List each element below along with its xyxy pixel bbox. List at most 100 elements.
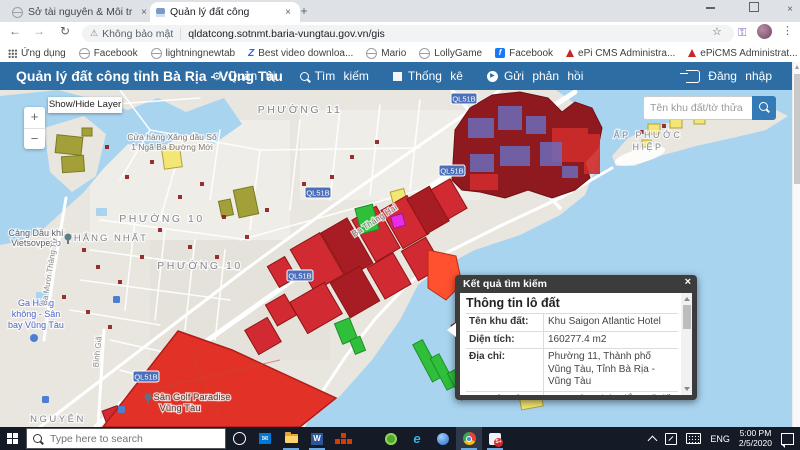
login-icon <box>686 70 700 83</box>
window-maximize-button[interactable] <box>740 0 768 20</box>
bookmark-epicms[interactable]: ePiCMS Administrat... <box>688 48 797 59</box>
map-container: QL51B QL51B QL51B QL51B QL51B PHƯỜNG 11 … <box>0 90 792 427</box>
window-minimize-button[interactable] <box>696 0 724 20</box>
ward-label: PHƯỜNG 10 <box>157 259 242 272</box>
page-favicon <box>156 8 165 17</box>
scroll-up-icon[interactable] <box>684 297 690 301</box>
poi-label: 1 Ngã Ba Đường Mới <box>131 142 213 152</box>
profile-avatar[interactable] <box>757 24 772 39</box>
address-bar[interactable]: ⚠ Không bảo mật qldatcong.sotnmt.baria-v… <box>82 25 734 42</box>
search-result-popup: Kết quả tìm kiếm × Thông tin lô đất Tên … <box>455 275 697 400</box>
start-button[interactable] <box>0 427 26 450</box>
globe-icon <box>79 48 90 59</box>
windows-taskbar: ✉ W e S+ ENG 5:00 PM 2/5/2020 <box>0 427 800 450</box>
new-tab-button[interactable]: + <box>296 4 312 20</box>
red-grid-app-icon[interactable] <box>330 427 356 450</box>
info-row: Diện tích:160277.4 m2 <box>466 331 678 349</box>
blue-browser-icon[interactable] <box>430 427 456 450</box>
zoom-in-button[interactable]: + <box>24 107 45 128</box>
internet-explorer-icon[interactable]: e <box>404 427 430 450</box>
bookmark-mario[interactable]: Mario <box>366 48 406 59</box>
bookmark-epi-cms[interactable]: ePi CMS Administra... <box>566 48 675 59</box>
green-app-icon[interactable] <box>378 427 404 450</box>
scroll-down-icon[interactable] <box>684 387 690 391</box>
ink-workspace-icon[interactable] <box>665 433 677 445</box>
cortana-icon[interactable] <box>226 427 252 450</box>
ward-label: THẮNG NHẤT <box>66 233 148 244</box>
reload-button[interactable]: ↻ <box>56 24 74 38</box>
poi-label: bay Vũng Tàu <box>8 320 64 330</box>
epi-icon <box>688 49 696 57</box>
word-icon[interactable]: W <box>304 427 330 450</box>
bookmarks-bar: Ứng dụng Facebook lightningnewtab ZBest … <box>0 44 800 62</box>
layer-toggle-button[interactable]: Show/Hide Layer <box>48 97 122 113</box>
touch-keyboard-icon[interactable] <box>686 433 701 444</box>
menu-gui-phan-hoi[interactable]: ▶Gửi phản hồi <box>487 69 583 83</box>
zoom-out-button[interactable]: − <box>24 128 45 150</box>
popup-title: Kết quả tìm kiếm <box>455 275 697 293</box>
screenpresso-icon[interactable]: S+ <box>482 427 508 450</box>
taskbar-search-input[interactable] <box>48 432 202 446</box>
chrome-icon[interactable] <box>456 427 482 450</box>
info-row: Địa chỉ:Phường 11, Thành phố Vũng Tàu, T… <box>466 348 678 391</box>
ward-label: NGUYÊN <box>30 414 86 425</box>
popup-close-icon[interactable]: × <box>685 276 691 288</box>
tab-strip: Sở tài nguyên & Môi trường - Tì × Quản l… <box>0 0 800 22</box>
password-key-icon[interactable]: ⚿ <box>738 27 750 39</box>
poi-label: không - Sân <box>12 309 61 319</box>
tab-close-icon[interactable]: × <box>138 7 150 18</box>
search-icon <box>33 434 42 443</box>
bookmark-lollygame[interactable]: LollyGame <box>419 48 482 59</box>
app-navbar: Quản lý đất công tỉnh Bà Rịa - Vũng Tàu … <box>0 62 792 90</box>
bookmark-facebook-2[interactable]: fFacebook <box>495 48 553 59</box>
url-text: qldatcong.sotnmt.baria-vungtau.gov.vn/gi… <box>188 28 385 40</box>
file-explorer-icon[interactable] <box>278 427 304 450</box>
map-search-button[interactable] <box>752 96 776 120</box>
map-search-input[interactable] <box>643 96 752 120</box>
bookmark-best-video[interactable]: ZBest video downloa... <box>248 48 353 59</box>
globe-icon <box>151 48 162 59</box>
route-badge: QL51B <box>306 189 329 198</box>
date: 2/5/2020 <box>739 438 772 448</box>
back-button[interactable]: ← <box>6 24 24 38</box>
browser-menu-icon[interactable]: ⋮ <box>782 24 793 37</box>
search-icon <box>759 102 768 111</box>
menu-quan-tri[interactable]: ⚙Quản trị <box>212 69 276 83</box>
scroll-thumb[interactable] <box>794 74 800 184</box>
scroll-thumb[interactable] <box>683 305 691 329</box>
taskbar-search[interactable] <box>26 428 226 449</box>
bookmark-star-icon[interactable]: ☆ <box>712 25 722 38</box>
tab-close-icon[interactable]: × <box>282 7 294 18</box>
mail-icon[interactable]: ✉ <box>252 427 278 450</box>
poi-label: Cửa hàng Xăng dầu Số <box>127 132 217 142</box>
login-button[interactable]: Đăng nhập <box>686 62 772 90</box>
forward-button[interactable]: → <box>30 24 48 38</box>
globe-favicon <box>12 7 23 18</box>
window-close-button[interactable]: × <box>776 0 800 20</box>
tab-soti-nguyen[interactable]: Sở tài nguyên & Môi trường - Tì × <box>8 2 154 22</box>
poi-label: Cảng Dầu khí <box>8 228 64 238</box>
action-center-icon[interactable] <box>781 433 794 445</box>
map-zoom-control: + − <box>24 107 45 149</box>
gear-icon: ⚙ <box>212 70 222 83</box>
popup-scrollbar[interactable] <box>681 293 692 395</box>
taskbar-clock[interactable]: 5:00 PM 2/5/2020 <box>739 429 772 448</box>
bookmark-lightningnewtab[interactable]: lightningnewtab <box>151 48 236 59</box>
scroll-up-icon[interactable] <box>795 65 799 69</box>
language-indicator[interactable]: ENG <box>710 434 730 444</box>
info-row: Tên khu đất:Khu Saigon Atlantic Hotel <box>466 313 678 331</box>
popup-heading: Thông tin lô đất <box>466 296 678 310</box>
system-tray: ENG 5:00 PM 2/5/2020 <box>649 429 800 448</box>
tab-quan-ly-dat-cong[interactable]: Quản lý đất công × <box>150 2 300 22</box>
not-secure-label: Không bảo mật <box>102 28 181 40</box>
map-search <box>643 96 776 120</box>
not-secure-warning-icon[interactable]: ⚠ <box>90 28 98 39</box>
bookmark-apps[interactable]: Ứng dụng <box>8 48 66 59</box>
ward-label: HIỆP <box>632 142 663 152</box>
tray-expand-icon[interactable] <box>648 435 658 445</box>
menu-tim-kiem[interactable]: Tìm kiếm <box>300 69 369 83</box>
page-scrollbar[interactable] <box>792 62 800 427</box>
epi-icon <box>566 49 574 57</box>
menu-thong-ke[interactable]: Thống kê <box>393 69 463 83</box>
bookmark-facebook[interactable]: Facebook <box>79 48 138 59</box>
